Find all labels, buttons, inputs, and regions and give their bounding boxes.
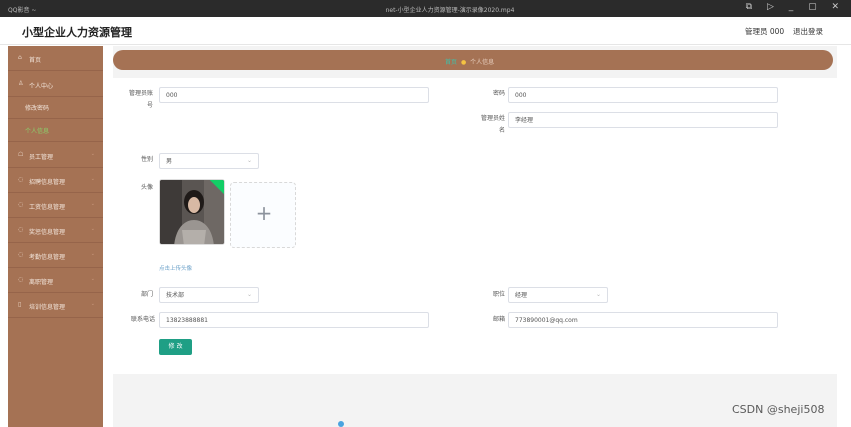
avatar-upload-button[interactable]: + [230, 182, 296, 248]
training-icon: ▯ [18, 301, 22, 308]
salary-icon: ◌ [18, 201, 24, 208]
phone-input[interactable]: 13823888881 [159, 312, 429, 328]
sidebar-item-salary[interactable]: ◌ 工资信息管理 ⌄ [8, 193, 103, 218]
sidebar-item-label: 奖惩信息管理 [29, 229, 66, 236]
chevron-down-icon: ⌄ [90, 226, 95, 232]
gender-select[interactable]: 男 ⌄ [159, 153, 259, 169]
window-controls[interactable]: ⧉ ▷ _ ▢ ✕ [746, 2, 845, 12]
breadcrumb: 首页 ● 个人信息 [113, 50, 833, 70]
app-header: 小型企业人力资源管理 管理员 000 退出登录 [0, 17, 851, 45]
employee-icon: ☖ [18, 151, 24, 158]
chevron-down-icon: ⌄ [246, 291, 252, 298]
sidebar-item-label: 修改密码 [25, 105, 50, 112]
sidebar-item-label: 个人中心 [29, 83, 54, 90]
sidebar-item-training[interactable]: ▯ 培训信息管理 ⌄ [8, 293, 103, 318]
sidebar-item-label: 工资信息管理 [29, 204, 66, 211]
account-label: 管理员账 [128, 90, 153, 97]
attendance-icon: ◌ [18, 251, 24, 258]
department-label: 部门 [140, 291, 153, 298]
sidebar-item-personal-info[interactable]: 个人信息 [8, 117, 103, 142]
app-title: 小型企业人力资源管理 [22, 26, 132, 39]
department-select[interactable]: 技术部 ⌄ [159, 287, 259, 303]
upload-hint: 点击上传头像 [159, 266, 193, 272]
video-player-titlebar: QQ影音 ~ net-小型企业人力资源管理-演示录像2020.mp4 ⧉ ▷ _… [0, 0, 851, 17]
plus-icon: + [255, 201, 273, 225]
position-select[interactable]: 经理 ⌄ [508, 287, 608, 303]
breadcrumb-separator-icon: ● [460, 59, 467, 66]
sidebar-item-label: 员工管理 [29, 154, 54, 161]
phone-label: 联系电话 [130, 316, 155, 323]
password-label: 密码 [492, 90, 505, 97]
sidebar-item-home[interactable]: ⌂ 首页 [8, 46, 103, 71]
sidebar-item-recruitment[interactable]: ◌ 招聘信息管理 ⌄ [8, 168, 103, 193]
position-select-value: 经理 [515, 292, 528, 299]
sidebar-item-employee-management[interactable]: ☖ 员工管理 ⌄ [8, 143, 103, 168]
chevron-down-icon: ⌄ [90, 251, 95, 257]
chevron-down-icon: ⌄ [90, 276, 95, 282]
position-label: 职位 [492, 291, 505, 298]
sidebar-item-label: 首页 [29, 57, 42, 64]
sidebar-item-label: 招聘信息管理 [29, 179, 66, 186]
chevron-down-icon: ⌄ [90, 151, 95, 157]
sidebar-item-label: 离职管理 [29, 279, 54, 286]
chevron-down-icon: ⌄ [90, 301, 95, 307]
sidebar-item-label: 个人信息 [25, 128, 50, 135]
recruitment-icon: ◌ [18, 176, 24, 183]
email-label: 邮箱 [492, 316, 505, 323]
sidebar: ⌂ 首页 ♙ 个人中心 修改密码 个人信息 ☖ 员工管理 ⌄ ◌ 招聘信息管理 … [8, 46, 103, 427]
gender-label: 性别 [140, 156, 153, 163]
breadcrumb-home-link[interactable]: 首页 [445, 59, 457, 66]
avatar-photo [160, 180, 224, 244]
loading-indicator-icon [338, 421, 344, 427]
sidebar-item-label: 考勤信息管理 [29, 254, 66, 261]
logout-link[interactable]: 退出登录 [793, 26, 823, 37]
account-input[interactable]: 000 [159, 87, 429, 103]
player-app-name: QQ影音 ~ [8, 7, 37, 14]
name-label: 管理员姓 [480, 115, 505, 122]
name-input[interactable]: 李经理 [508, 112, 778, 128]
sidebar-item-resignation[interactable]: ◌ 离职管理 ⌄ [8, 268, 103, 293]
watermark: CSDN @sheji508 [732, 403, 825, 416]
video-title: net-小型企业人力资源管理-演示录像2020.mp4 [385, 7, 515, 14]
department-select-value: 技术部 [166, 292, 185, 299]
chevron-down-icon: ⌄ [595, 291, 601, 298]
rewards-icon: ◌ [18, 226, 24, 233]
account-label-wrap: 号 [146, 102, 153, 109]
chevron-down-icon: ⌄ [246, 157, 252, 164]
modify-button[interactable]: 修 改 [159, 339, 192, 355]
password-input[interactable]: 000 [508, 87, 778, 103]
user-icon: ♙ [18, 80, 24, 87]
avatar-label: 头像 [140, 184, 153, 191]
email-input[interactable]: 773890001@qq.com [508, 312, 778, 328]
chevron-down-icon: ⌄ [90, 176, 95, 182]
breadcrumb-current: 个人信息 [470, 59, 495, 66]
sidebar-item-label: 培训信息管理 [29, 304, 66, 311]
screen: QQ影音 ~ net-小型企业人力资源管理-演示录像2020.mp4 ⧉ ▷ _… [0, 0, 851, 427]
main-content: 首页 ● 个人信息 管理员账 号 000 密码 000 管理员姓 名 李经理 性… [113, 46, 837, 427]
name-label-wrap: 名 [498, 127, 505, 134]
sidebar-item-change-password[interactable]: 修改密码 [8, 94, 103, 119]
current-user: 管理员 000 [745, 27, 785, 36]
personal-info-form: 管理员账 号 000 密码 000 管理员姓 名 李经理 性别 男 ⌄ 头像 +… [113, 78, 837, 374]
sidebar-item-rewards[interactable]: ◌ 奖惩信息管理 ⌄ [8, 218, 103, 243]
home-icon: ⌂ [18, 54, 22, 61]
gender-select-value: 男 [166, 158, 173, 165]
sidebar-item-attendance[interactable]: ◌ 考勤信息管理 ⌄ [8, 243, 103, 268]
avatar-image[interactable] [159, 179, 225, 245]
resignation-icon: ◌ [18, 276, 24, 283]
chevron-down-icon: ⌄ [90, 201, 95, 207]
